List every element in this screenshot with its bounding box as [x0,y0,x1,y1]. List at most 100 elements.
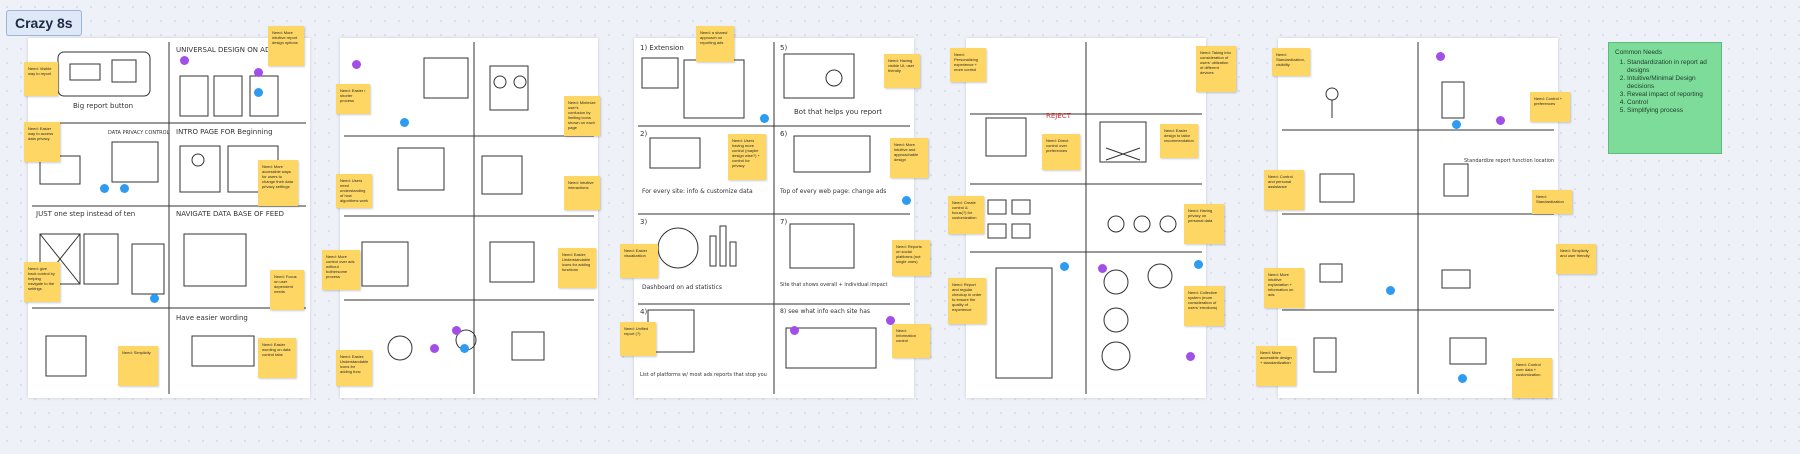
vote-dot-blue[interactable] [254,88,263,97]
vote-dot-purple[interactable] [180,56,189,65]
sticky-note[interactable]: Need: Visible way to report [24,62,58,96]
sketch-label: JUST one step instead of ten [36,210,136,218]
sketch-sheet-4[interactable]: REJECT [966,38,1206,398]
sketch-drawings-2 [344,42,594,394]
common-needs-note[interactable]: Common Needs Standardization in report a… [1608,42,1722,154]
common-need-item: Intuitive/Minimal Design decisions [1627,75,1715,91]
sticky-note[interactable]: Need: Having privacy on personal data [1184,204,1224,244]
sticky-note[interactable]: Need: Control + preferences [1530,92,1570,122]
sticky-note[interactable]: Need: Easier way to access data privacy [24,122,60,162]
sketch-label: INTRO PAGE FOR Beginning [176,128,273,136]
vote-dot-purple[interactable] [352,60,361,69]
sticky-note[interactable]: Need: More intuitive and approachable de… [890,138,928,178]
sketch-label: Site that shows overall + individual imp… [780,282,888,288]
sketch-sheet-3[interactable]: 1) Extension 5) Bot that helps you repor… [634,38,914,398]
sticky-note[interactable]: Need: More intuitive explanation + infor… [1264,268,1304,308]
sketch-drawings-3 [638,42,910,394]
sketch-label: List of platforms w/ most ads reports th… [640,372,767,378]
vote-dot-purple[interactable] [430,344,439,353]
sticky-note[interactable]: Need: Users having more control (maybe d… [728,134,766,180]
sticky-note[interactable]: Need: Control over data + customization [1512,358,1552,398]
sketch-label: 1) Extension [640,44,684,52]
vote-dot-blue[interactable] [400,118,409,127]
common-need-item: Reveal impact of reporting [1627,91,1715,99]
sticky-note[interactable]: Need: Taking into consideration of users… [1196,46,1236,92]
sketch-sheet-2[interactable] [340,38,598,398]
sketch-label: Standardize report function location [1464,158,1555,164]
vote-dot-blue[interactable] [100,184,109,193]
sticky-note[interactable]: Need: Collective system (more considerat… [1184,286,1224,326]
vote-dot-blue[interactable] [150,294,159,303]
sketch-label: 7) [780,218,788,226]
vote-dot-purple[interactable] [254,68,263,77]
sticky-note[interactable]: Need: Easier / shorter process [336,84,370,114]
sticky-note[interactable]: Need: Having visible UI, user friendly [884,54,920,88]
vote-dot-blue[interactable] [902,196,911,205]
sticky-note[interactable]: Need: Personalizing experience + more co… [950,48,986,82]
sketch-label: DATA PRIVACY CONTROL [108,130,170,136]
common-need-item: Control [1627,99,1715,107]
sketch-label: REJECT [1046,112,1071,120]
vote-dot-purple[interactable] [1098,264,1107,273]
sticky-note[interactable]: Need: Easier design to tailor recommenda… [1160,124,1198,158]
vote-dot-purple[interactable] [886,316,895,325]
vote-dot-blue[interactable] [1194,260,1203,269]
sticky-note[interactable]: Need: give back control by helping navig… [24,262,60,302]
vote-dot-blue[interactable] [1386,286,1395,295]
sticky-note[interactable]: Need: Easier wording on data control tab… [258,338,296,378]
sketch-label: 5) [780,44,788,52]
sketch-sheet-5[interactable]: Standardize report function location [1278,38,1558,398]
sticky-note[interactable]: Need: Information control [892,324,930,358]
vote-dot-blue[interactable] [1452,120,1461,129]
common-needs-title: Common Needs [1615,49,1662,56]
common-need-item: Standardization in report ad designs [1627,59,1715,75]
vote-dot-purple[interactable] [790,326,799,335]
sketch-label: Big report button [73,102,134,110]
sticky-note[interactable]: Need: Simplicity [118,346,158,386]
sketch-label: 3) [640,218,648,226]
sketch-label: Bot that helps you report [794,108,882,116]
board-title[interactable]: Crazy 8s [6,10,82,36]
vote-dot-blue[interactable] [1060,262,1069,271]
vote-dot-purple[interactable] [1496,116,1505,125]
sticky-note[interactable]: Need: Report and regular checkup in orde… [948,278,986,324]
vote-dot-blue[interactable] [760,114,769,123]
sketch-label: Dashboard on ad statistics [642,284,722,291]
sketch-label: 6) [780,130,788,138]
vote-dot-purple[interactable] [1186,352,1195,361]
sticky-note[interactable]: Need: Easier; Understandable icons for a… [336,350,372,386]
sticky-note[interactable]: Need: Unified report (?) [620,322,656,356]
sticky-note[interactable]: Need: More accessible ways for users to … [258,160,298,206]
vote-dot-blue[interactable] [460,344,469,353]
sticky-note[interactable]: Need: Control and personal assistance [1264,170,1304,210]
sketch-label: For every site: info & customize data [642,188,753,195]
sketch-label: NAVIGATE DATA BASE OF FEED [176,210,284,218]
sticky-note[interactable]: Need: a shared approach on reporting ads [696,26,734,62]
sticky-note[interactable]: Need: Standardization, visibility [1272,48,1310,76]
vote-dot-blue[interactable] [1458,374,1467,383]
sticky-note[interactable]: Need: Minimize user's confusion by limit… [564,96,600,136]
sticky-note[interactable]: Need: Intuitive interactions [564,176,600,210]
vote-dot-blue[interactable] [120,184,129,193]
sticky-note[interactable]: Need: Direct control over preferences [1042,134,1080,170]
vote-dot-purple[interactable] [1436,52,1445,61]
sticky-note[interactable]: Need: More intuitive report design optio… [268,26,304,66]
sticky-note[interactable]: Need: Easier visualization [620,244,658,278]
sticky-note[interactable]: Need: Focus on user dependent needs [270,270,304,310]
sketch-label: UNIVERSAL DESIGN ON AD [176,46,271,54]
common-need-item: Simplifying process [1627,107,1715,115]
sticky-note[interactable]: Need: More control over ads without both… [322,250,360,290]
sketch-drawings-4 [970,42,1202,394]
common-needs-list: Standardization in report ad designs Int… [1627,59,1715,115]
sticky-note[interactable]: Need: Simplicity and user friendly [1556,244,1596,274]
sticky-note[interactable]: Need: Users need understanding of how al… [336,174,372,208]
sticky-note[interactable]: Need: Reports on social platforms (not s… [892,240,930,276]
sticky-note[interactable]: Need: Standardization [1532,190,1572,214]
sketch-drawings-5 [1282,42,1554,394]
vote-dot-purple[interactable] [452,326,461,335]
sticky-note[interactable]: Need: Easier; Understandable icons for a… [558,248,596,288]
sticky-note[interactable]: Need: More accessible design + standardi… [1256,346,1296,386]
sketch-label: 4) [640,308,648,316]
sketch-label: Top of every web page: change ads [780,188,887,195]
sticky-note[interactable]: Need: Create control & focus(?) for cust… [948,196,984,234]
